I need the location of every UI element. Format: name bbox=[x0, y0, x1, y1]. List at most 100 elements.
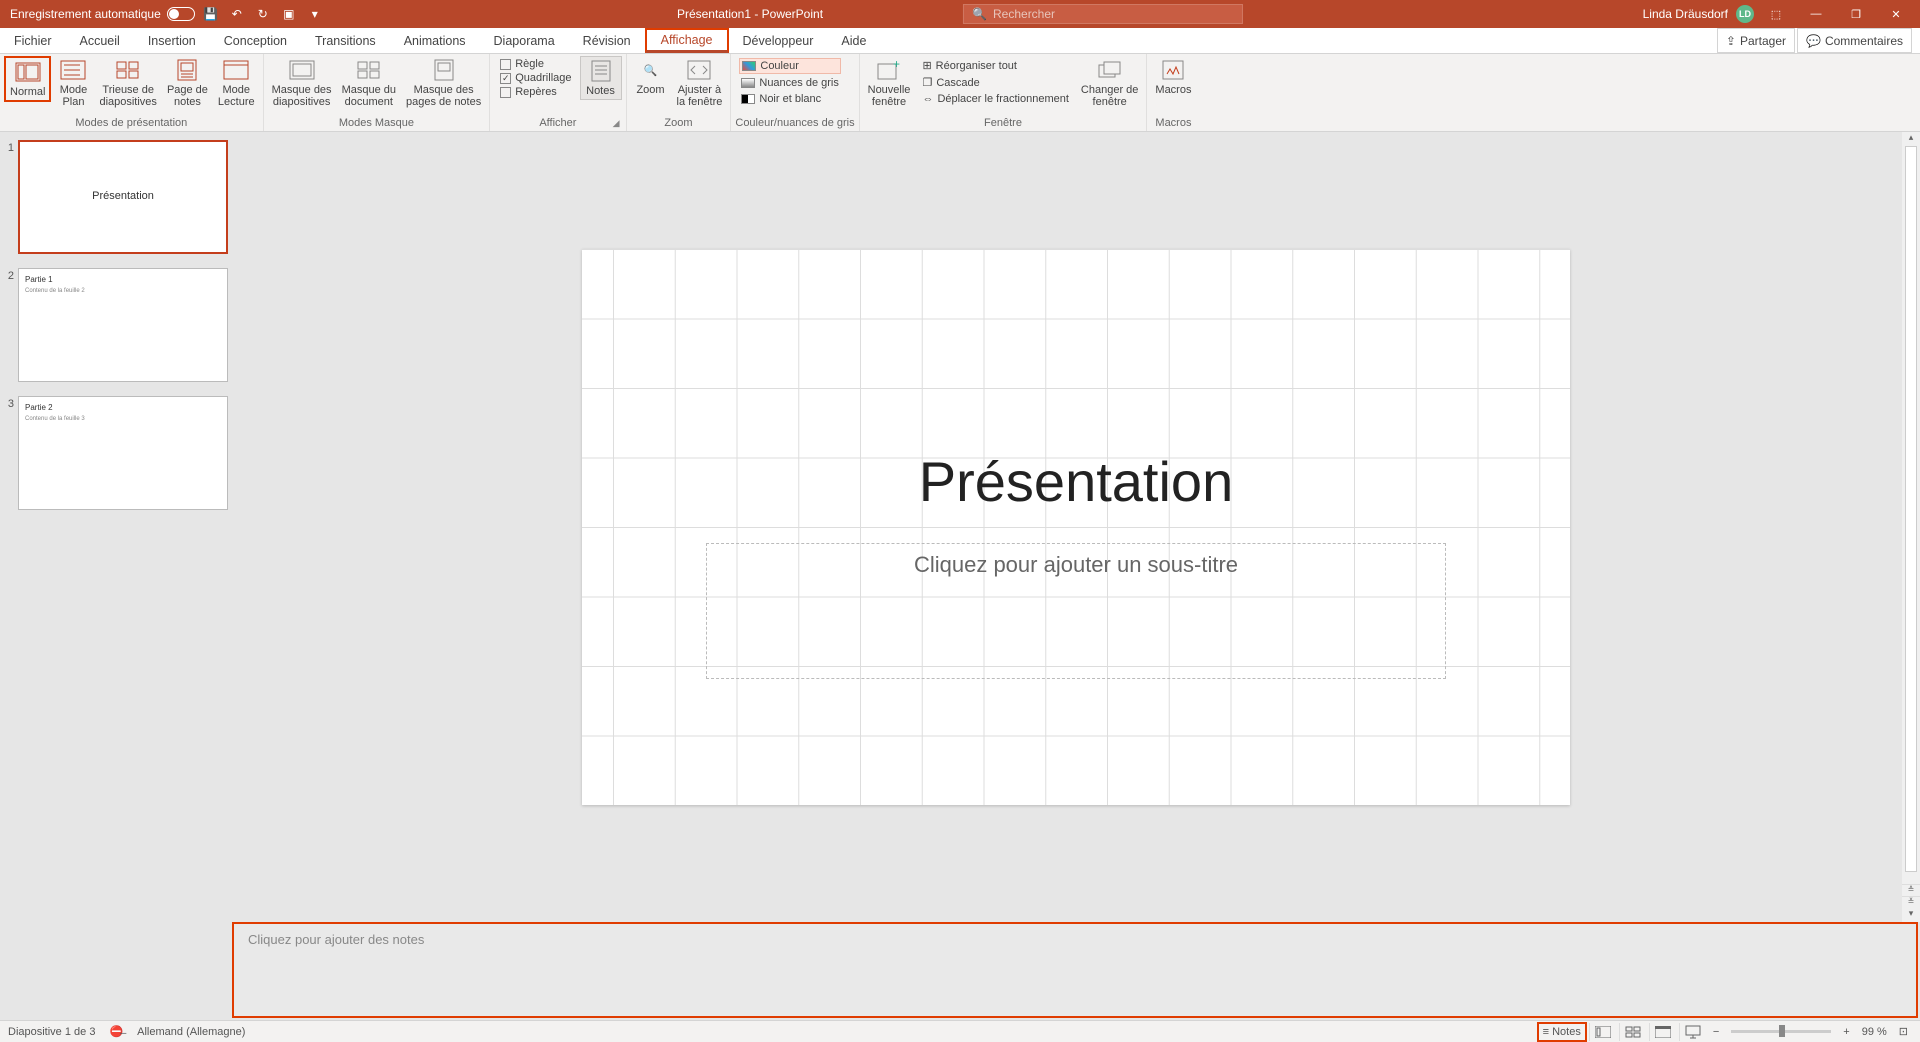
normal-view-button[interactable]: Normal bbox=[4, 56, 51, 102]
qat-customize-icon[interactable]: ▾ bbox=[305, 7, 325, 21]
ribbon-display-icon[interactable]: ⬚ bbox=[1758, 0, 1794, 28]
slide-sorter-icon bbox=[112, 58, 144, 82]
arrange-all-button[interactable]: ⊞Réorganiser tout bbox=[920, 58, 1070, 73]
grayscale-swatch-icon bbox=[741, 78, 755, 88]
zoom-out-button[interactable]: − bbox=[1709, 1024, 1723, 1040]
autosave-label: Enregistrement automatique bbox=[10, 7, 161, 21]
zoom-button[interactable]: 🔍 Zoom bbox=[631, 56, 671, 98]
slide-canvas-wrap[interactable]: Présentation Cliquez pour ajouter un sou… bbox=[232, 132, 1920, 922]
blackwhite-button[interactable]: Noir et blanc bbox=[739, 92, 841, 106]
tab-revision[interactable]: Révision bbox=[569, 28, 645, 53]
tab-insertion[interactable]: Insertion bbox=[134, 28, 210, 53]
arrange-icon: ⊞ bbox=[922, 59, 931, 72]
new-window-button[interactable]: + Nouvelle fenêtre bbox=[864, 56, 915, 110]
slide-sorter-button[interactable]: Trieuse de diapositives bbox=[95, 56, 160, 110]
zoom-in-button[interactable]: + bbox=[1839, 1024, 1853, 1040]
status-bar: Diapositive 1 de 3 ⛔̶ Allemand (Allemagn… bbox=[0, 1020, 1920, 1042]
accessibility-icon[interactable]: ⛔̶ bbox=[109, 1025, 123, 1038]
slide-master-button[interactable]: Masque des diapositives bbox=[268, 56, 336, 110]
notes-toggle-button[interactable]: Notes bbox=[580, 56, 622, 100]
new-window-icon: + bbox=[873, 58, 905, 82]
tab-transitions[interactable]: Transitions bbox=[301, 28, 390, 53]
zoom-level[interactable]: 99 % bbox=[1862, 1026, 1887, 1038]
vertical-scrollbar[interactable]: ▴ ≙ ≚ ▾ bbox=[1902, 132, 1920, 922]
save-icon[interactable]: 💾 bbox=[201, 7, 221, 21]
cascade-button[interactable]: ❐Cascade bbox=[920, 75, 1070, 90]
guides-checkbox[interactable]: Repères bbox=[500, 86, 571, 98]
group-master-views: Masque des diapositives Masque du docume… bbox=[264, 54, 491, 131]
tab-aide[interactable]: Aide bbox=[827, 28, 880, 53]
slide-title-placeholder[interactable]: Présentation bbox=[582, 449, 1570, 514]
close-icon[interactable]: ✕ bbox=[1878, 0, 1914, 28]
slide-count[interactable]: Diapositive 1 de 3 bbox=[8, 1026, 95, 1038]
next-slide-icon[interactable]: ≚ bbox=[1902, 896, 1920, 908]
thumbnail-row: 1Présentation bbox=[0, 138, 232, 266]
switch-windows-button[interactable]: Changer de fenêtre bbox=[1077, 56, 1143, 110]
reading-view-icon bbox=[220, 58, 252, 82]
user-name[interactable]: Linda Dräusdorf bbox=[1643, 7, 1728, 21]
svg-text:+: + bbox=[893, 60, 900, 71]
scroll-thumb[interactable] bbox=[1905, 146, 1917, 872]
tab-fichier[interactable]: Fichier bbox=[0, 28, 66, 53]
minimize-icon[interactable]: — bbox=[1798, 0, 1834, 28]
tab-animations[interactable]: Animations bbox=[390, 28, 480, 53]
notes-master-button[interactable]: Masque des pages de notes bbox=[402, 56, 485, 110]
slide-canvas[interactable]: Présentation Cliquez pour ajouter un sou… bbox=[582, 249, 1570, 805]
slide-thumbnail[interactable]: Partie 2Contenu de la feuille 3 bbox=[18, 396, 228, 510]
scroll-up-icon[interactable]: ▴ bbox=[1902, 132, 1920, 146]
handout-master-button[interactable]: Masque du document bbox=[338, 56, 400, 110]
outline-view-button[interactable]: Mode Plan bbox=[53, 56, 93, 110]
slideshow-status-button[interactable] bbox=[1679, 1023, 1707, 1041]
normal-view-status-button[interactable] bbox=[1589, 1023, 1617, 1041]
ribbon-tabs: Fichier Accueil Insertion Conception Tra… bbox=[0, 28, 1920, 54]
maximize-icon[interactable]: ❐ bbox=[1838, 0, 1874, 28]
move-split-button[interactable]: ⇔Déplacer le fractionnement bbox=[920, 92, 1070, 106]
tab-conception[interactable]: Conception bbox=[210, 28, 301, 53]
autosave-toggle[interactable] bbox=[167, 7, 195, 21]
reading-view-status-button[interactable] bbox=[1649, 1023, 1677, 1041]
tab-affichage[interactable]: Affichage bbox=[645, 28, 729, 53]
slide-thumbnail[interactable]: Présentation bbox=[18, 140, 228, 254]
thumbnail-body: Contenu de la feuille 2 bbox=[25, 288, 221, 294]
tab-developpeur[interactable]: Développeur bbox=[729, 28, 828, 53]
split-icon: ⇔ bbox=[922, 93, 933, 105]
fit-window-button[interactable]: Ajuster à la fenêtre bbox=[673, 56, 727, 110]
search-input[interactable] bbox=[993, 7, 1234, 21]
undo-icon[interactable]: ↶ bbox=[227, 7, 247, 21]
reading-view-button[interactable]: Mode Lecture bbox=[214, 56, 259, 110]
notes-status-button[interactable]: ≡Notes bbox=[1537, 1022, 1587, 1042]
prev-slide-icon[interactable]: ≙ bbox=[1902, 884, 1920, 896]
notes-pane[interactable]: Cliquez pour ajouter des notes bbox=[232, 922, 1918, 1018]
fit-to-window-status-button[interactable]: ⊡ bbox=[1895, 1023, 1912, 1040]
tab-diaporama[interactable]: Diaporama bbox=[480, 28, 569, 53]
group-zoom: 🔍 Zoom Ajuster à la fenêtre Zoom bbox=[627, 54, 732, 131]
notes-status-icon: ≡ bbox=[1543, 1026, 1549, 1038]
thumbnail-row: 2Partie 1Contenu de la feuille 2 bbox=[0, 266, 232, 394]
language-indicator[interactable]: Allemand (Allemagne) bbox=[137, 1026, 245, 1038]
thumbnail-body: Contenu de la feuille 3 bbox=[25, 416, 221, 422]
notes-page-icon bbox=[171, 58, 203, 82]
slide-subtitle-placeholder[interactable]: Cliquez pour ajouter un sous-titre bbox=[706, 543, 1446, 679]
macros-button[interactable]: Macros bbox=[1151, 56, 1195, 98]
ribbon: Normal Mode Plan Trieuse de diapositives… bbox=[0, 54, 1920, 132]
user-avatar[interactable]: LD bbox=[1736, 5, 1754, 23]
scroll-down-icon[interactable]: ▾ bbox=[1902, 908, 1920, 922]
gridlines-checkbox[interactable]: ✓Quadrillage bbox=[500, 72, 571, 84]
notes-master-icon bbox=[428, 58, 460, 82]
slide-thumbnails-panel[interactable]: 1Présentation2Partie 1Contenu de la feui… bbox=[0, 132, 232, 1020]
ruler-checkbox[interactable]: Règle bbox=[500, 58, 571, 70]
share-icon: ⇪ bbox=[1726, 34, 1736, 48]
notes-page-button[interactable]: Page de notes bbox=[163, 56, 212, 110]
share-button[interactable]: ⇪Partager bbox=[1717, 28, 1795, 53]
zoom-slider[interactable] bbox=[1731, 1030, 1831, 1033]
grayscale-button[interactable]: Nuances de gris bbox=[739, 76, 841, 90]
slideshow-start-icon[interactable]: ▣ bbox=[279, 7, 299, 21]
dialog-launcher-icon[interactable]: ◢ bbox=[613, 118, 620, 129]
slide-thumbnail[interactable]: Partie 1Contenu de la feuille 2 bbox=[18, 268, 228, 382]
search-box[interactable]: 🔍 bbox=[963, 4, 1243, 24]
comments-button[interactable]: 💬Commentaires bbox=[1797, 28, 1912, 53]
tab-accueil[interactable]: Accueil bbox=[66, 28, 134, 53]
sorter-view-status-button[interactable] bbox=[1619, 1023, 1647, 1041]
redo-icon[interactable]: ↻ bbox=[253, 7, 273, 21]
color-button[interactable]: Couleur bbox=[739, 58, 841, 74]
